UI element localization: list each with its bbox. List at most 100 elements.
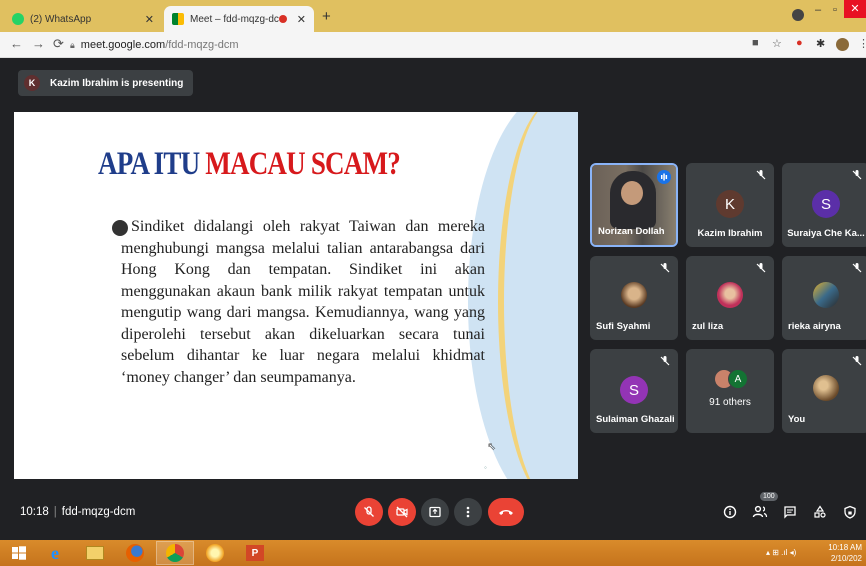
people-button[interactable] bbox=[752, 504, 768, 520]
back-arrow-icon[interactable]: ← bbox=[10, 36, 23, 51]
participant-tile-norizan[interactable]: Norizan Dollah bbox=[590, 163, 678, 247]
bookmark-star-icon[interactable]: ☆ bbox=[772, 37, 782, 50]
presenter-chip[interactable]: K Kazim Ibrahim is presenting bbox=[18, 70, 194, 96]
slide-title-part1: APA ITU bbox=[98, 146, 206, 182]
participant-name: You bbox=[788, 414, 806, 425]
cursor-icon: ⇖ bbox=[487, 441, 497, 453]
meeting-info: 10:18 | fdd-mqzg-dcm bbox=[20, 506, 135, 518]
mic-off-icon bbox=[660, 356, 670, 366]
url-path: /fdd-mqzg-dcm bbox=[165, 39, 239, 51]
powerpoint-button[interactable]: P bbox=[244, 543, 266, 563]
chat-button[interactable] bbox=[782, 504, 798, 520]
participant-avatar: S bbox=[620, 376, 648, 404]
close-tab-icon[interactable]: ✕ bbox=[297, 13, 306, 26]
leave-call-button[interactable] bbox=[488, 498, 524, 526]
participant-name: Kazim Ibrahim bbox=[697, 228, 763, 239]
chrome-profile-icon[interactable] bbox=[792, 9, 804, 21]
folder-icon bbox=[86, 546, 104, 560]
slide-paragraph: Sindiket didalangi oleh rakyat Taiwan da… bbox=[121, 218, 485, 386]
new-tab-button[interactable]: + bbox=[322, 8, 331, 25]
shield-lock-icon bbox=[844, 505, 856, 519]
chrome-button[interactable] bbox=[164, 543, 186, 563]
participant-avatar: S bbox=[812, 190, 840, 218]
file-explorer-button[interactable] bbox=[84, 543, 106, 563]
mic-off-icon bbox=[756, 170, 766, 180]
participant-tile-others[interactable]: A 91 others bbox=[686, 349, 774, 433]
menu-kebab-icon[interactable]: ⋮ bbox=[858, 37, 866, 50]
browser-tab-strip: (2) WhatsApp ✕ Meet – fdd-mqzg-dcm ✕ + –… bbox=[0, 0, 866, 32]
participant-tile-sufi[interactable]: Sufi Syahmi bbox=[590, 256, 678, 340]
presentation-slide: APA ITU MACAU SCAM? Sindiket didalangi o… bbox=[14, 112, 578, 479]
info-icon bbox=[723, 505, 737, 519]
activities-icon bbox=[814, 505, 826, 518]
url-host: meet.google.com bbox=[80, 39, 166, 51]
chrome-icon bbox=[166, 544, 184, 562]
present-now-button[interactable] bbox=[421, 498, 449, 526]
slide-title: APA ITU MACAU SCAM? bbox=[56, 146, 441, 183]
mic-toggle-button[interactable] bbox=[355, 498, 383, 526]
close-window-button[interactable]: ✕ bbox=[844, 0, 866, 18]
participant-name: rieka airyna bbox=[788, 321, 841, 332]
participant-name: Sulaiman Ghazali bbox=[596, 414, 675, 425]
video-face bbox=[621, 181, 643, 205]
participant-avatar bbox=[813, 375, 839, 401]
restore-icon[interactable]: ▫ bbox=[833, 4, 837, 16]
tab-whatsapp[interactable]: (2) WhatsApp ✕ bbox=[4, 6, 162, 32]
clock-date: 2/10/202 bbox=[830, 554, 862, 563]
close-tab-icon[interactable]: ✕ bbox=[145, 13, 154, 26]
speaking-indicator-icon bbox=[657, 170, 671, 184]
host-controls-button[interactable] bbox=[842, 504, 858, 520]
others-avatar-letter: A bbox=[728, 369, 748, 389]
firefox-button[interactable] bbox=[124, 543, 146, 563]
recording-indicator-icon bbox=[278, 15, 287, 23]
internet-explorer-button[interactable]: e bbox=[44, 543, 66, 563]
meeting-time: 10:18 bbox=[20, 506, 49, 518]
reload-icon[interactable]: ⟳ bbox=[53, 36, 64, 52]
participant-tile-you[interactable]: You bbox=[782, 349, 866, 433]
participant-count-badge: 100 bbox=[760, 492, 778, 501]
tab-title: Meet – fdd-mqzg-dcm bbox=[190, 13, 279, 25]
whatsapp-icon bbox=[12, 13, 24, 25]
navigation-bar: ← → ⟳ 🔒︎ meet.google.com /fdd-mqzg-dcm ■… bbox=[0, 32, 866, 58]
participant-tile-kazim[interactable]: K Kazim Ibrahim bbox=[686, 163, 774, 247]
more-options-button[interactable] bbox=[454, 498, 482, 526]
present-screen-icon bbox=[429, 506, 441, 518]
system-clock[interactable]: 10:18 AM 2/10/202 bbox=[828, 542, 862, 564]
lock-icon: 🔒︎ bbox=[70, 39, 75, 50]
powerpoint-icon: P bbox=[246, 545, 264, 561]
mic-off-icon bbox=[852, 263, 862, 273]
participant-tile-zul-liza[interactable]: zul liza bbox=[686, 256, 774, 340]
participant-tile-rieka[interactable]: rieka airyna bbox=[782, 256, 866, 340]
camera-toggle-button[interactable] bbox=[388, 498, 416, 526]
address-bar[interactable]: 🔒︎ meet.google.com /fdd-mqzg-dcm bbox=[70, 35, 760, 55]
recording-extension-icon[interactable]: ● bbox=[796, 37, 803, 49]
participant-name: Norizan Dollah bbox=[598, 226, 665, 237]
people-icon bbox=[752, 505, 768, 518]
minimize-icon[interactable]: – bbox=[815, 4, 821, 16]
camera-in-use-icon[interactable]: ■ bbox=[752, 37, 759, 49]
separator: | bbox=[53, 506, 57, 518]
profile-avatar[interactable] bbox=[836, 38, 849, 51]
tab-meet[interactable]: Meet – fdd-mqzg-dcm ✕ bbox=[164, 6, 314, 32]
participant-name: Suraiya Che Ka... bbox=[787, 228, 865, 239]
meeting-code: fdd-mqzg-dcm bbox=[61, 506, 136, 518]
extensions-icon[interactable]: ✱ bbox=[816, 37, 825, 50]
participant-avatar: K bbox=[716, 190, 744, 218]
activities-button[interactable] bbox=[812, 504, 828, 520]
meet-icon bbox=[172, 13, 184, 25]
forward-arrow-icon[interactable]: → bbox=[32, 36, 45, 51]
system-tray-icons[interactable]: ▴ ⊞ .ıl ◂) bbox=[766, 548, 796, 557]
tab-title: (2) WhatsApp bbox=[30, 13, 92, 25]
participant-name: zul liza bbox=[692, 321, 724, 332]
others-count: 91 others bbox=[709, 397, 751, 408]
participant-tile-suraiya[interactable]: S Suraiya Che Ka... bbox=[782, 163, 866, 247]
participant-tile-sulaiman[interactable]: S Sulaiman Ghazali bbox=[590, 349, 678, 433]
app-button[interactable] bbox=[204, 543, 226, 563]
meeting-details-button[interactable] bbox=[722, 504, 738, 520]
meet-window: K Kazim Ibrahim is presenting APA ITU MA… bbox=[0, 58, 866, 540]
internet-explorer-icon: e bbox=[51, 542, 59, 563]
presenter-label: Kazim Ibrahim is presenting bbox=[50, 77, 184, 89]
start-button[interactable] bbox=[8, 543, 30, 563]
mic-off-icon bbox=[756, 263, 766, 273]
mic-off-icon bbox=[852, 356, 862, 366]
